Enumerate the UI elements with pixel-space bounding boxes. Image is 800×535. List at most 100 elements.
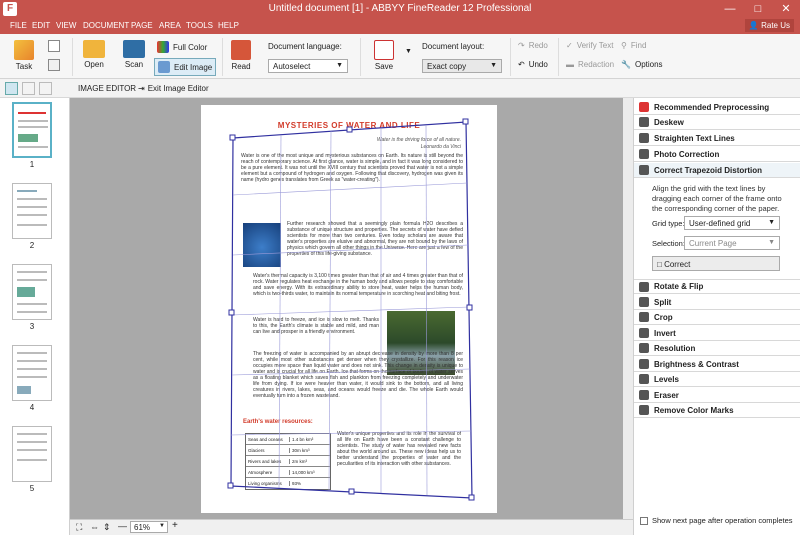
page-thumbnail[interactable] [12,426,52,482]
menu-area[interactable]: AREA [159,21,181,30]
rate-us-button[interactable]: 👤 Rate Us [744,19,794,32]
thumbnails-view-icon[interactable] [5,82,18,95]
page-number: 3 [29,322,35,331]
recommended-preprocessing-item[interactable]: Recommended Preprocessing [634,100,800,115]
grid-handle[interactable] [462,118,469,125]
crop-item[interactable]: Crop [634,310,800,325]
exit-image-editor-button[interactable]: ⇥ Exit Image Editor [138,84,209,93]
zoom-in-button[interactable]: + [172,520,178,531]
grid-type-select[interactable]: User-defined grid ▼ [684,216,780,230]
details-view-icon[interactable] [39,82,52,95]
open-button[interactable]: Open [80,40,108,69]
folder-icon [83,40,105,58]
page-thumbnail[interactable] [12,345,52,401]
read-button[interactable]: Read [229,40,253,71]
save-button[interactable]: Save [370,40,398,71]
zoom-select[interactable]: 61% ▼ [130,521,168,533]
straighten-text-lines-item[interactable]: Straighten Text Lines [634,131,800,146]
verify-text-button[interactable]: ✓ Verify Text [566,41,613,50]
list-view-icon[interactable] [22,82,35,95]
options-label: Options [634,60,663,69]
menu-document[interactable]: DOCUMENT [83,21,129,30]
scan-label: Scan [124,60,144,69]
menu-page[interactable]: PAGE [131,21,153,30]
fit-width-icon[interactable]: ⇔ [90,522,99,532]
chevron-down-icon: ▼ [336,62,343,69]
redo-button[interactable]: ↷ Redo [518,41,548,50]
wrench-icon: 🔧 [621,60,631,69]
photo-correction-item[interactable]: Photo Correction [634,147,800,162]
correct-trapezoid-item[interactable]: Correct Trapezoid Distortion [634,163,800,178]
eraser-item[interactable]: Eraser [634,388,800,403]
menu-help[interactable]: HELP [218,21,239,30]
read-label: Read [231,62,251,71]
fit-page-icon[interactable]: ⛶ [76,522,82,533]
trapezoid-grid[interactable] [201,105,497,513]
grid-handle[interactable] [229,134,236,141]
grid-handle[interactable] [346,126,353,133]
redaction-label: Redaction [578,60,615,69]
grid-handle[interactable] [227,482,234,489]
magic-wand-icon [14,40,34,60]
levels-item[interactable]: Levels [634,372,800,387]
image-canvas[interactable]: MYSTERIES OF WATER AND LIFE Water is the… [70,98,633,519]
trapezoid-description: Align the grid with the text lines by dr… [652,184,782,213]
correct-button[interactable]: □ Correct [652,256,780,271]
zoom-out-button[interactable]: — [118,521,127,531]
grid-handle[interactable] [228,309,235,316]
invert-item[interactable]: Invert [634,326,800,341]
vertical-scrollbar[interactable] [623,98,633,519]
menu-file[interactable]: FILE [10,21,27,30]
task-label: Task [15,62,33,71]
redo-label: Redo [528,41,548,50]
new-document-icon[interactable] [48,40,60,52]
scanner-icon [123,40,145,58]
grid-handle[interactable] [466,304,473,311]
page-icon[interactable] [48,59,60,71]
undo-button[interactable]: ↶ Undo [518,60,548,69]
chevron-down-icon: ▼ [490,62,497,69]
fit-height-icon[interactable]: ⇕ [103,522,111,533]
brightness-contrast-item[interactable]: Brightness & Contrast [634,357,800,372]
minimize-button[interactable]: — [716,0,744,18]
full-color-button[interactable]: Full Color [157,41,207,53]
menu-edit[interactable]: EDIT [32,21,50,30]
page-thumbnail[interactable] [12,183,52,239]
selection-select[interactable]: Current Page ▼ [684,236,780,250]
maximize-button[interactable]: □ [744,0,772,18]
ribbon-toolbar: Task Open Scan Full Color Edit Image Rea… [0,34,800,79]
remove-color-marks-item[interactable]: Remove Color Marks [634,403,800,418]
doc-language-select[interactable]: Autoselect ▼ [268,59,348,73]
binoculars-icon: ⚲ [621,41,627,50]
checkbox-box [640,516,648,525]
find-button[interactable]: ⚲ Find [621,41,646,50]
grid-handle[interactable] [468,494,475,501]
grid-type-value: User-defined grid [689,219,751,228]
close-button[interactable]: ✕ [772,0,800,18]
chevron-down-icon: ▼ [159,523,165,529]
menu-view[interactable]: VIEW [56,21,76,30]
verify-text-icon: ✓ [566,41,573,50]
task-button[interactable]: Task [10,40,38,71]
resolution-item[interactable]: Resolution [634,341,800,356]
show-next-page-label: Show next page after operation completes [652,516,793,525]
grid-handle[interactable] [348,488,355,495]
page-thumbnail[interactable] [12,102,52,158]
remove-marks-icon [639,405,649,415]
show-next-page-checkbox[interactable]: Show next page after operation completes [640,516,793,525]
doc-layout-select[interactable]: Exact copy ▼ [422,59,502,73]
save-dropdown-icon[interactable]: ▼ [405,48,412,55]
edit-image-button[interactable]: Edit Image [154,58,217,76]
photo-icon [639,149,649,159]
options-button[interactable]: 🔧 Options [621,60,663,69]
menu-tools[interactable]: TOOLS [186,21,213,30]
redaction-button[interactable]: ▬ Redaction [566,60,614,69]
scan-button[interactable]: Scan [119,40,149,69]
zoom-value: 61% [134,523,151,532]
split-item[interactable]: Split [634,295,800,310]
page-thumbnail[interactable] [12,264,52,320]
deskew-item[interactable]: Deskew [634,115,800,130]
correct-icon: □ [657,260,662,269]
rotate-flip-item[interactable]: Rotate & Flip [634,279,800,294]
zoom-bar: ⛶ ⇔ ⇕ — 61% ▼ + [70,519,633,535]
